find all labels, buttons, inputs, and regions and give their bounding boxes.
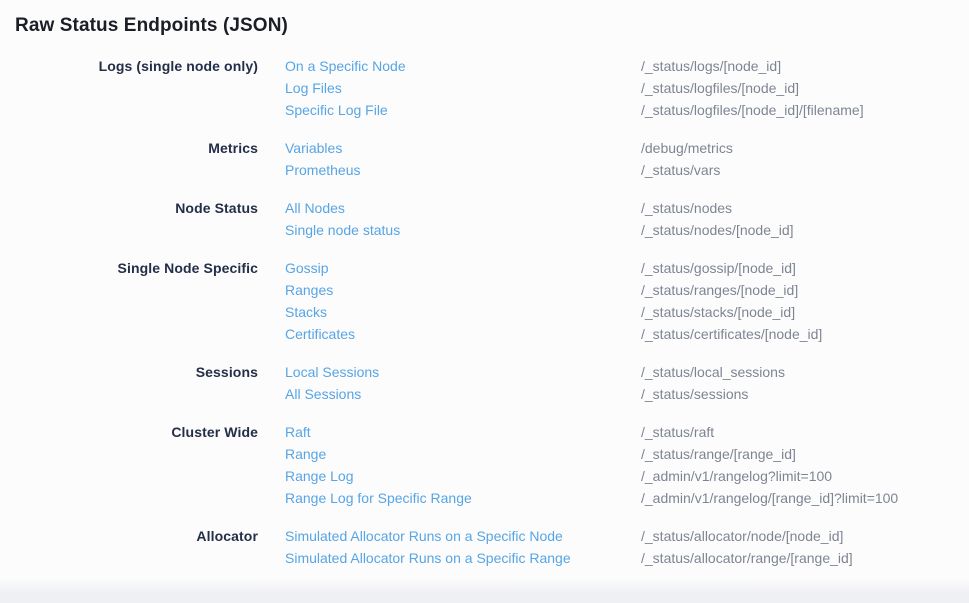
endpoint-section: MetricsVariables/debug/metricsPrometheus… <box>15 137 969 181</box>
endpoint-link[interactable]: Local Sessions <box>285 361 379 383</box>
endpoint-row: All Sessions /_status/sessions <box>15 383 969 405</box>
endpoint-row: Sessions Local Sessions /_status/local_ses… <box>15 361 969 383</box>
category-label: Single Node Specific <box>15 257 258 279</box>
endpoint-link[interactable]: All Nodes <box>285 197 345 219</box>
endpoint-link[interactable]: Single node status <box>285 219 400 241</box>
endpoint-link[interactable]: Raft <box>285 421 311 443</box>
endpoint-path: /_status/logfiles/[node_id] <box>641 77 969 99</box>
endpoint-path: /_status/stacks/[node_id] <box>641 301 969 323</box>
category-label: Logs (single node only) <box>15 55 258 77</box>
endpoint-link[interactable]: Range Log for Specific Range <box>285 487 472 509</box>
endpoint-path: /_status/allocator/node/[node_id] <box>641 525 969 547</box>
endpoint-link[interactable]: Simulated Allocator Runs on a Specific R… <box>285 547 571 569</box>
endpoint-link[interactable]: Variables <box>285 137 342 159</box>
endpoint-row: Logs (single node only) On a Specific Nod… <box>15 55 969 77</box>
endpoint-path: /debug/metrics <box>641 137 969 159</box>
endpoint-link[interactable]: Range Log <box>285 465 354 487</box>
endpoint-section: Cluster Wide Raft /_status/raft Range /_stat… <box>15 421 969 509</box>
endpoint-row: Metrics Variables/debug/metrics <box>15 137 969 159</box>
category-label: Node Status <box>15 197 258 219</box>
endpoint-path: /_status/range/[range_id] <box>641 443 969 465</box>
endpoint-row: Certificates /_status/certificates/[node_… <box>15 323 969 345</box>
endpoint-path: /_status/nodes/[node_id] <box>641 219 969 241</box>
endpoint-section: Single Node Specific Gossip /_status/gossi… <box>15 257 969 345</box>
page-title: Raw Status Endpoints (JSON) <box>15 13 969 39</box>
endpoint-link[interactable]: All Sessions <box>285 383 361 405</box>
endpoint-section: Logs (single node only) On a Specific Nod… <box>15 55 969 121</box>
endpoint-path: /_status/vars <box>641 159 969 181</box>
footer-strip <box>0 578 969 603</box>
content-area: Raw Status Endpoints (JSON) Logs (single… <box>0 0 969 578</box>
endpoint-link[interactable]: Simulated Allocator Runs on a Specific N… <box>285 525 563 547</box>
endpoint-section: Allocator Simulated Allocator Runs on a S… <box>15 525 969 569</box>
endpoint-path: /_status/certificates/[node_id] <box>641 323 969 345</box>
endpoint-row: Node Status All Nodes /_status/nodes <box>15 197 969 219</box>
endpoint-link[interactable]: Specific Log File <box>285 99 388 121</box>
category-label: Sessions <box>15 361 258 383</box>
endpoint-table: Logs (single node only) On a Specific Nod… <box>15 55 969 569</box>
endpoint-row: Simulated Allocator Runs on a Specific R… <box>15 547 969 569</box>
endpoint-row: Range Log /_admin/v1/rangelog?limit=100 <box>15 465 969 487</box>
endpoint-row: Single Node Specific Gossip /_status/gossi… <box>15 257 969 279</box>
endpoint-path: /_status/ranges/[node_id] <box>641 279 969 301</box>
endpoint-link[interactable]: Prometheus <box>285 159 360 181</box>
endpoint-path: /_admin/v1/rangelog/[range_id]?limit=100 <box>641 487 969 509</box>
endpoint-section: Node StatusAll Nodes/_status/nodesSingle… <box>15 197 969 241</box>
endpoint-path: /_status/logfiles/[node_id]/[filename] <box>641 99 969 121</box>
endpoint-section: Sessions Local Sessions /_status/local_ses… <box>15 361 969 405</box>
category-label: Allocator <box>15 525 258 547</box>
endpoint-link[interactable]: Stacks <box>285 301 327 323</box>
endpoint-row: Cluster Wide Raft /_status/raft <box>15 421 969 443</box>
endpoint-path: /_status/allocator/range/[range_id] <box>641 547 969 569</box>
endpoint-row: Range /_status/range/[range_id] <box>15 443 969 465</box>
endpoint-link[interactable]: Gossip <box>285 257 329 279</box>
endpoint-path: /_status/sessions <box>641 383 969 405</box>
endpoint-row: Ranges /_status/ranges/[node_id] <box>15 279 969 301</box>
endpoint-path: /_status/nodes <box>641 197 969 219</box>
page: Raw Status Endpoints (JSON) Logs (single… <box>0 0 969 603</box>
endpoint-row: Allocator Simulated Allocator Runs on a S… <box>15 525 969 547</box>
endpoint-link[interactable]: Ranges <box>285 279 333 301</box>
endpoint-path: /_status/raft <box>641 421 969 443</box>
endpoint-link[interactable]: On a Specific Node <box>285 55 406 77</box>
endpoint-path: /_status/logs/[node_id] <box>641 55 969 77</box>
endpoint-row: Log Files /_status/logfiles/[node_id] <box>15 77 969 99</box>
endpoint-link[interactable]: Log Files <box>285 77 342 99</box>
endpoint-row: Prometheus /_status/vars <box>15 159 969 181</box>
endpoint-path: /_status/gossip/[node_id] <box>641 257 969 279</box>
endpoint-path: /_status/local_sessions <box>641 361 969 383</box>
endpoint-path: /_admin/v1/rangelog?limit=100 <box>641 465 969 487</box>
endpoint-row: Single node status /_status/nodes/[node_i… <box>15 219 969 241</box>
category-label: Metrics <box>15 137 258 159</box>
category-label: Cluster Wide <box>15 421 258 443</box>
endpoint-row: Stacks /_status/stacks/[node_id] <box>15 301 969 323</box>
endpoint-link[interactable]: Range <box>285 443 326 465</box>
endpoint-link[interactable]: Certificates <box>285 323 355 345</box>
endpoint-row: Specific Log File /_status/logfiles/[node… <box>15 99 969 121</box>
endpoint-row: Range Log for Specific Range /_admin/v1/r… <box>15 487 969 509</box>
